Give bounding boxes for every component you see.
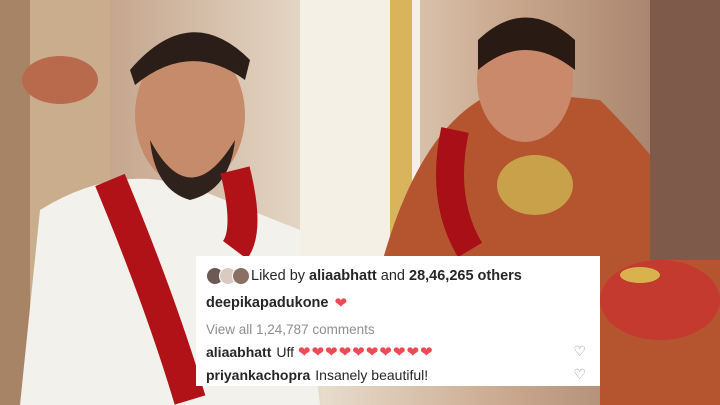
others-count[interactable]: 28,46,265 others xyxy=(409,268,522,284)
liked-by-and: and xyxy=(380,268,405,284)
liker-avatars[interactable] xyxy=(206,267,250,285)
likes-summary: Liked by aliaabhatt and 28,46,265 others xyxy=(206,264,588,288)
liked-by-user[interactable]: aliaabhatt xyxy=(309,268,377,284)
post-caption: deepikapadukone ❤ xyxy=(206,290,588,315)
caption-username[interactable]: deepikapadukone xyxy=(206,295,328,311)
comment-row: priyankachopra Insanely beautiful! ♡ xyxy=(206,363,588,386)
avatar xyxy=(232,267,250,285)
comment-row: aliaabhatt Uff ❤❤❤❤❤❤❤❤❤❤ ♡ xyxy=(206,340,588,363)
comment-heart-emojis: ❤❤❤❤❤❤❤❤❤❤ xyxy=(297,343,434,361)
instagram-post-card: Liked by aliaabhatt and 28,46,265 others… xyxy=(196,256,600,386)
heart-outline-icon[interactable]: ♡ xyxy=(573,366,586,383)
liked-by-prefix: Liked by xyxy=(251,268,306,284)
comment-text: Uff xyxy=(276,343,294,360)
heart-outline-icon[interactable]: ♡ xyxy=(573,343,586,360)
comment-username[interactable]: aliaabhatt xyxy=(206,344,271,360)
comment-username[interactable]: priyankachopra xyxy=(206,367,310,383)
view-all-comments-link[interactable]: View all 1,24,787 comments xyxy=(206,318,588,340)
comment-text: Insanely beautiful! xyxy=(315,366,429,383)
caption-heart-emoji: ❤ xyxy=(334,294,348,312)
